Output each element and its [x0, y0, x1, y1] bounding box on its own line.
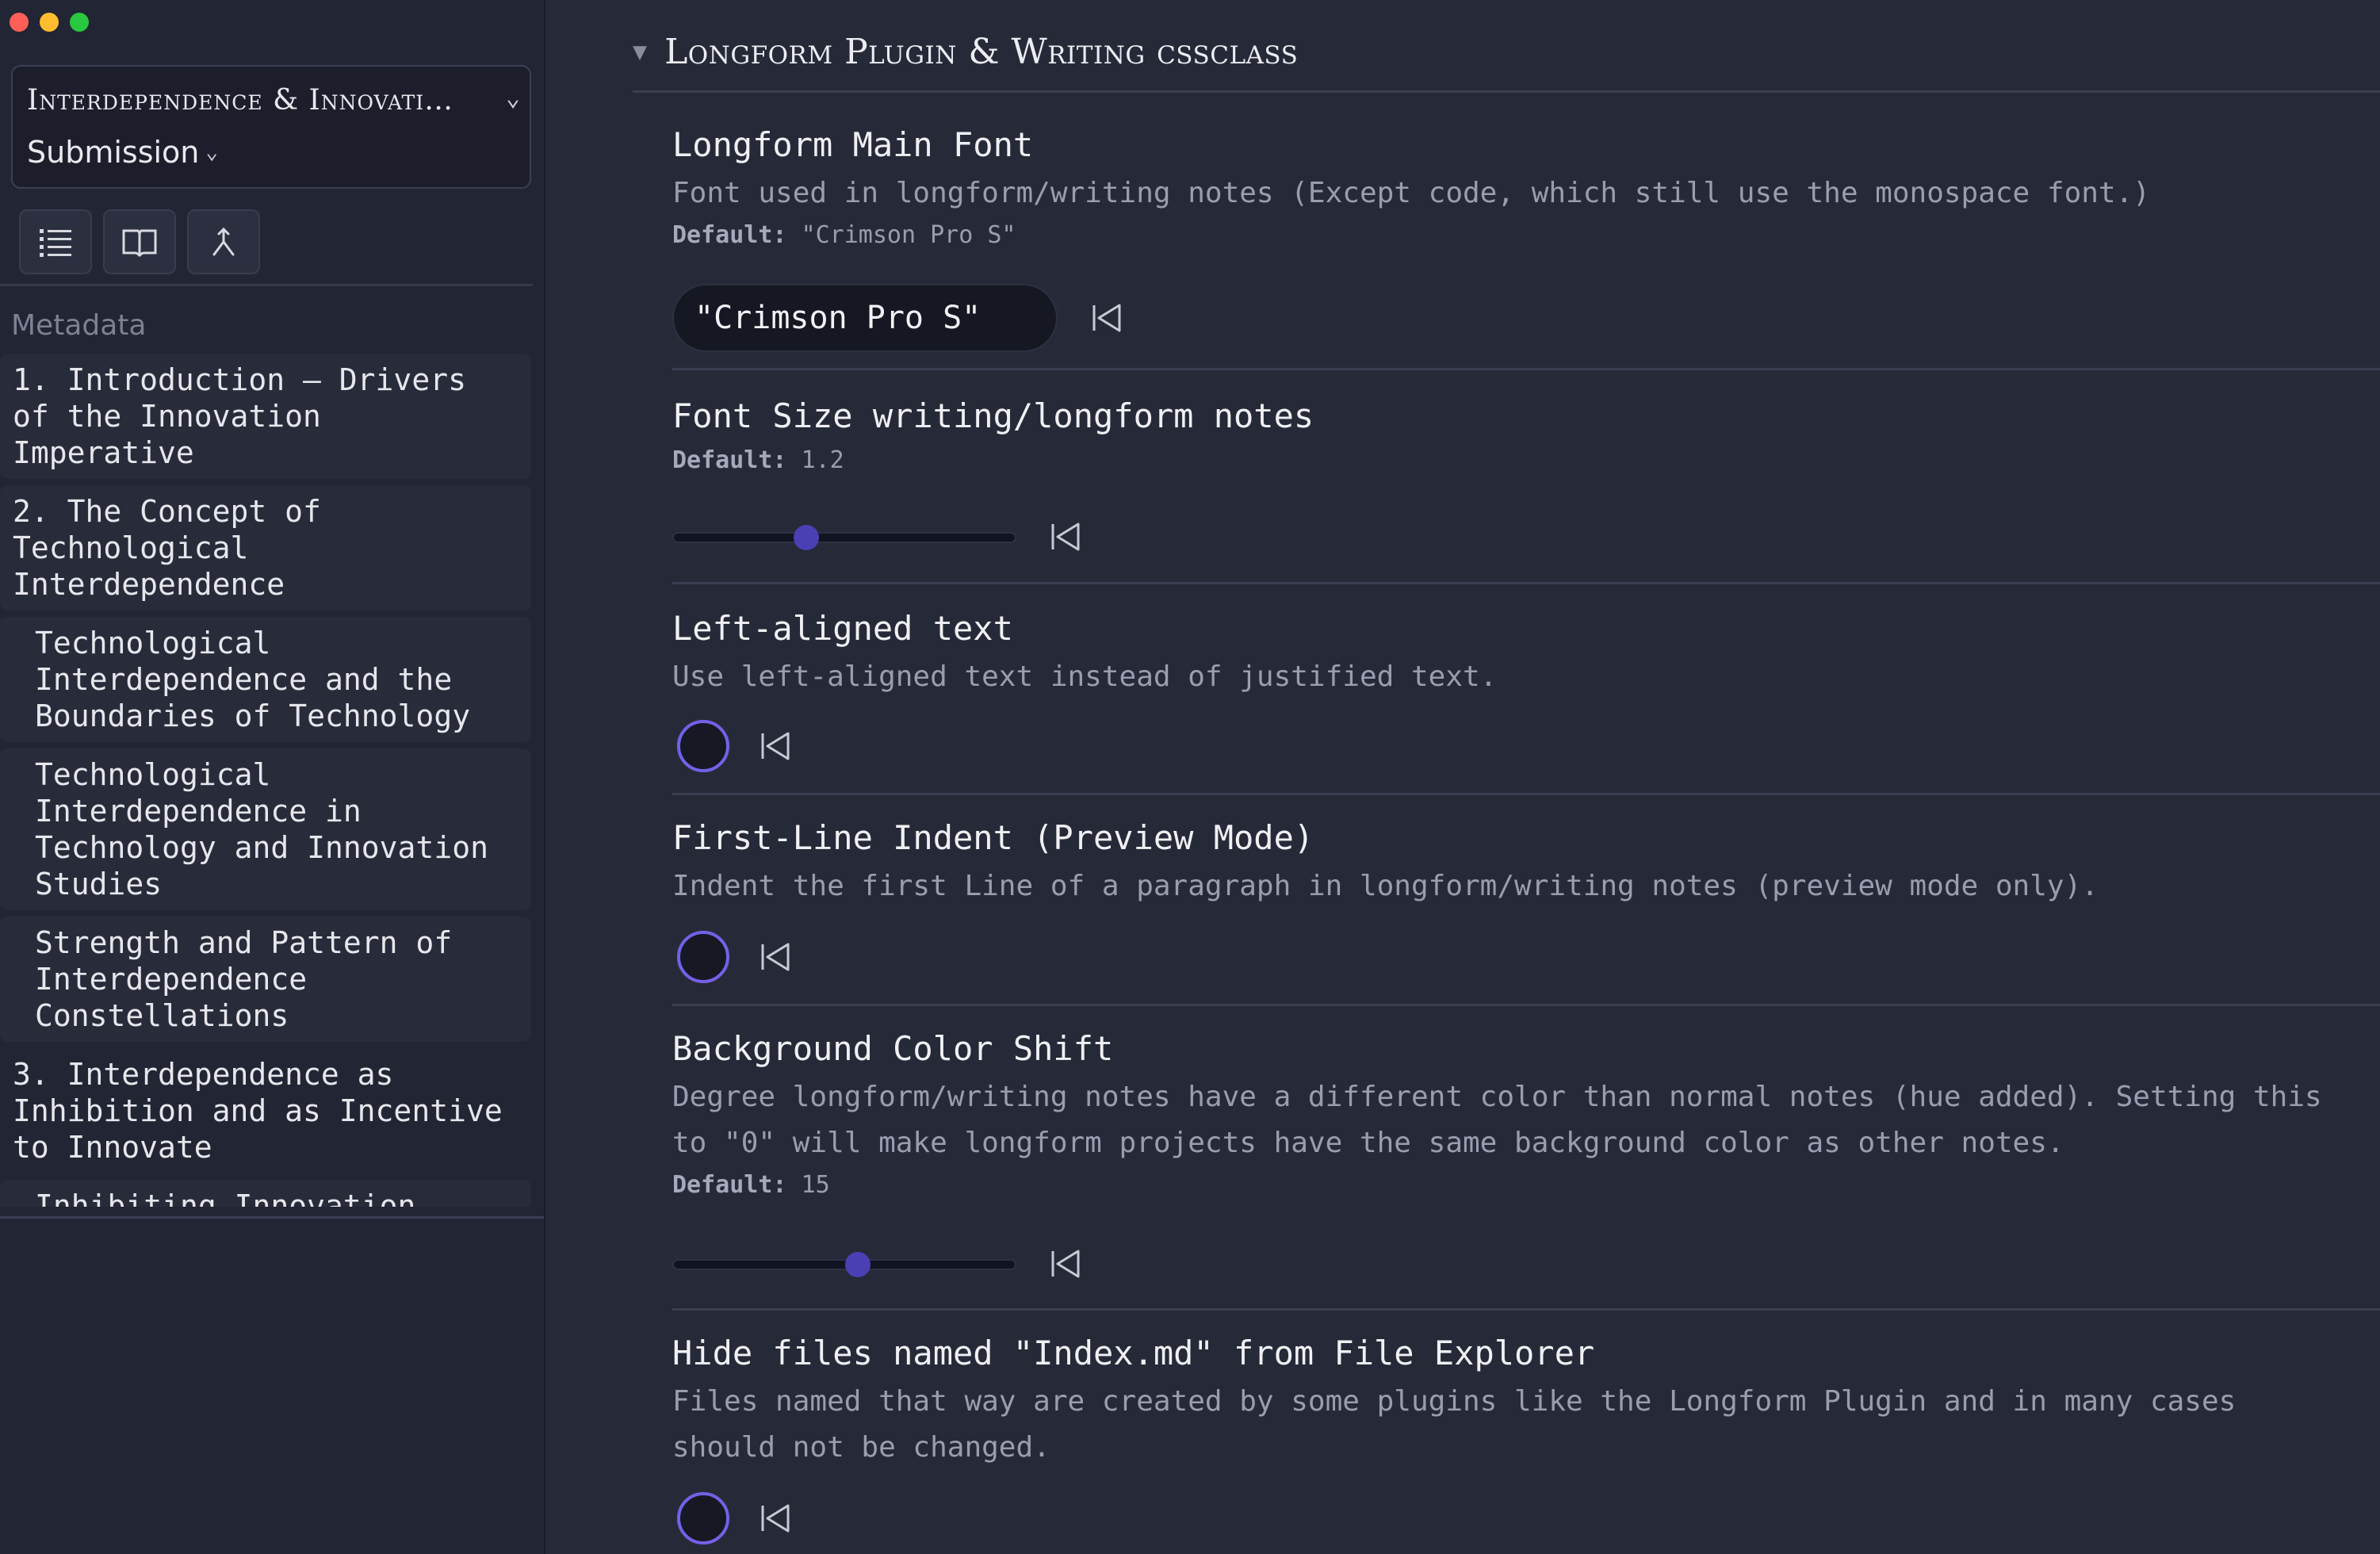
chevron-down-icon[interactable]: ⌄ [506, 84, 520, 112]
setting-description: Use left-aligned text instead of justifi… [672, 660, 1498, 693]
section-divider [633, 90, 2380, 93]
setting-bg-color-shift: Background Color Shift Degree longform/w… [672, 1029, 2380, 1199]
scene-item[interactable]: 2. The Concept of Technological Interdep… [0, 485, 531, 610]
sidebar-divider [0, 284, 533, 286]
hide-index-toggle[interactable] [677, 1492, 729, 1544]
first-line-indent-controls [672, 931, 793, 983]
slider-track[interactable] [672, 1259, 1016, 1270]
setting-description: Indent the first Line of a paragraph in … [672, 870, 2099, 902]
main-font-controls [672, 284, 1124, 352]
compile-button[interactable] [187, 209, 260, 274]
setting-default: Default: 15 [672, 1171, 2380, 1199]
main-font-input[interactable] [672, 284, 1058, 352]
hide-index-controls [672, 1492, 793, 1544]
default-label: Default: [672, 446, 787, 474]
setting-name: Left-aligned text [672, 609, 1013, 648]
section-title: Longform Plugin & Writing cssclass [664, 32, 1299, 72]
scene-item[interactable]: Inhibiting Innovation [0, 1180, 531, 1207]
scene-item[interactable]: Technological Interdependence and the Bo… [0, 617, 531, 742]
setting-divider [672, 793, 2380, 795]
default-value: "Crimson Pro S" [801, 221, 1016, 249]
bg-color-shift-controls [672, 1246, 1083, 1281]
slider-thumb[interactable] [845, 1252, 871, 1277]
metadata-label[interactable]: Metadata [11, 309, 146, 342]
reset-default-icon[interactable] [1089, 300, 1124, 335]
close-window-button[interactable] [10, 13, 29, 32]
reset-default-icon[interactable] [1048, 519, 1083, 554]
setting-left-aligned: Left-aligned text Use left-aligned text … [672, 609, 2380, 700]
slider-track[interactable] [672, 532, 1016, 543]
chevron-down-icon[interactable]: ⌄ [205, 140, 218, 164]
slider-thumb[interactable] [794, 525, 820, 550]
setting-name: Longform Main Font [672, 125, 1034, 164]
setting-default: Default: 1.2 [672, 446, 2380, 474]
compile-icon [212, 227, 235, 256]
reset-default-icon[interactable] [758, 729, 793, 764]
setting-hide-index: Hide files named "Index.md" from File Ex… [672, 1334, 2380, 1471]
settings-panel: ▼ Longform Plugin & Writing cssclass Lon… [547, 0, 2380, 1554]
setting-divider [672, 1004, 2380, 1006]
setting-first-line-indent: First-Line Indent (Preview Mode) Indent … [672, 818, 2380, 909]
setting-name: Background Color Shift [672, 1029, 1114, 1068]
default-value: 1.2 [801, 446, 844, 474]
draft-label[interactable]: Submission [27, 135, 199, 170]
scene-item[interactable]: Strength and Pattern of Interdependence … [0, 917, 531, 1042]
project-title[interactable]: Interdependence & Innovati… [27, 84, 453, 117]
book-button[interactable] [103, 209, 176, 274]
setting-description: Font used in longform/writing notes (Exc… [672, 177, 2150, 209]
scene-list-bottom-divider [0, 1216, 544, 1219]
reset-default-icon[interactable] [758, 940, 793, 974]
setting-description: Degree longform/writing notes have a dif… [672, 1081, 2322, 1159]
collapse-triangle-icon[interactable]: ▼ [633, 38, 647, 66]
list-icon [40, 229, 71, 257]
project-selector[interactable]: Interdependence & Innovati… ⌄ Submission… [11, 65, 531, 189]
zoom-window-button[interactable] [70, 13, 89, 32]
setting-name: Font Size writing/longform notes [672, 396, 1314, 435]
setting-description: Files named that way are created by some… [672, 1385, 2237, 1464]
setting-divider [672, 368, 2380, 370]
setting-divider [672, 1308, 2380, 1311]
font-size-controls [672, 519, 1083, 554]
reset-default-icon[interactable] [1048, 1246, 1083, 1281]
scene-item[interactable]: 1. Introduction – Drivers of the Innovat… [0, 354, 531, 479]
default-label: Default: [672, 1171, 787, 1199]
reset-default-icon[interactable] [758, 1501, 793, 1536]
setting-divider [672, 582, 2380, 584]
bg-color-shift-slider[interactable] [672, 1248, 1016, 1280]
book-icon [122, 229, 157, 257]
setting-default: Default: "Crimson Pro S" [672, 221, 2380, 249]
default-value: 15 [801, 1171, 830, 1199]
section-header[interactable]: ▼ Longform Plugin & Writing cssclass [633, 32, 1298, 72]
scene-item[interactable]: Technological Interdependence in Technol… [0, 748, 531, 910]
setting-font-size: Font Size writing/longform notes Default… [672, 396, 2380, 474]
window-controls [10, 13, 89, 32]
draft-selector[interactable]: Submission ⌄ [27, 135, 218, 170]
setting-main-font: Longform Main Font Font used in longform… [672, 125, 2380, 249]
scenes-list-button[interactable] [19, 209, 92, 274]
left-aligned-controls [672, 720, 793, 772]
scene-item[interactable]: 3. Interdependence as Inhibition and as … [0, 1048, 531, 1173]
scene-list: 1. Introduction – Drivers of the Innovat… [0, 354, 533, 1207]
left-aligned-toggle[interactable] [677, 720, 729, 772]
view-buttons [19, 209, 260, 274]
first-line-indent-toggle[interactable] [677, 931, 729, 983]
longform-sidebar: Interdependence & Innovati… ⌄ Submission… [0, 0, 545, 1554]
font-size-slider[interactable] [672, 521, 1016, 553]
default-label: Default: [672, 221, 787, 249]
setting-name: Hide files named "Index.md" from File Ex… [672, 1334, 1595, 1372]
setting-name: First-Line Indent (Preview Mode) [672, 818, 1314, 857]
minimize-window-button[interactable] [40, 13, 59, 32]
